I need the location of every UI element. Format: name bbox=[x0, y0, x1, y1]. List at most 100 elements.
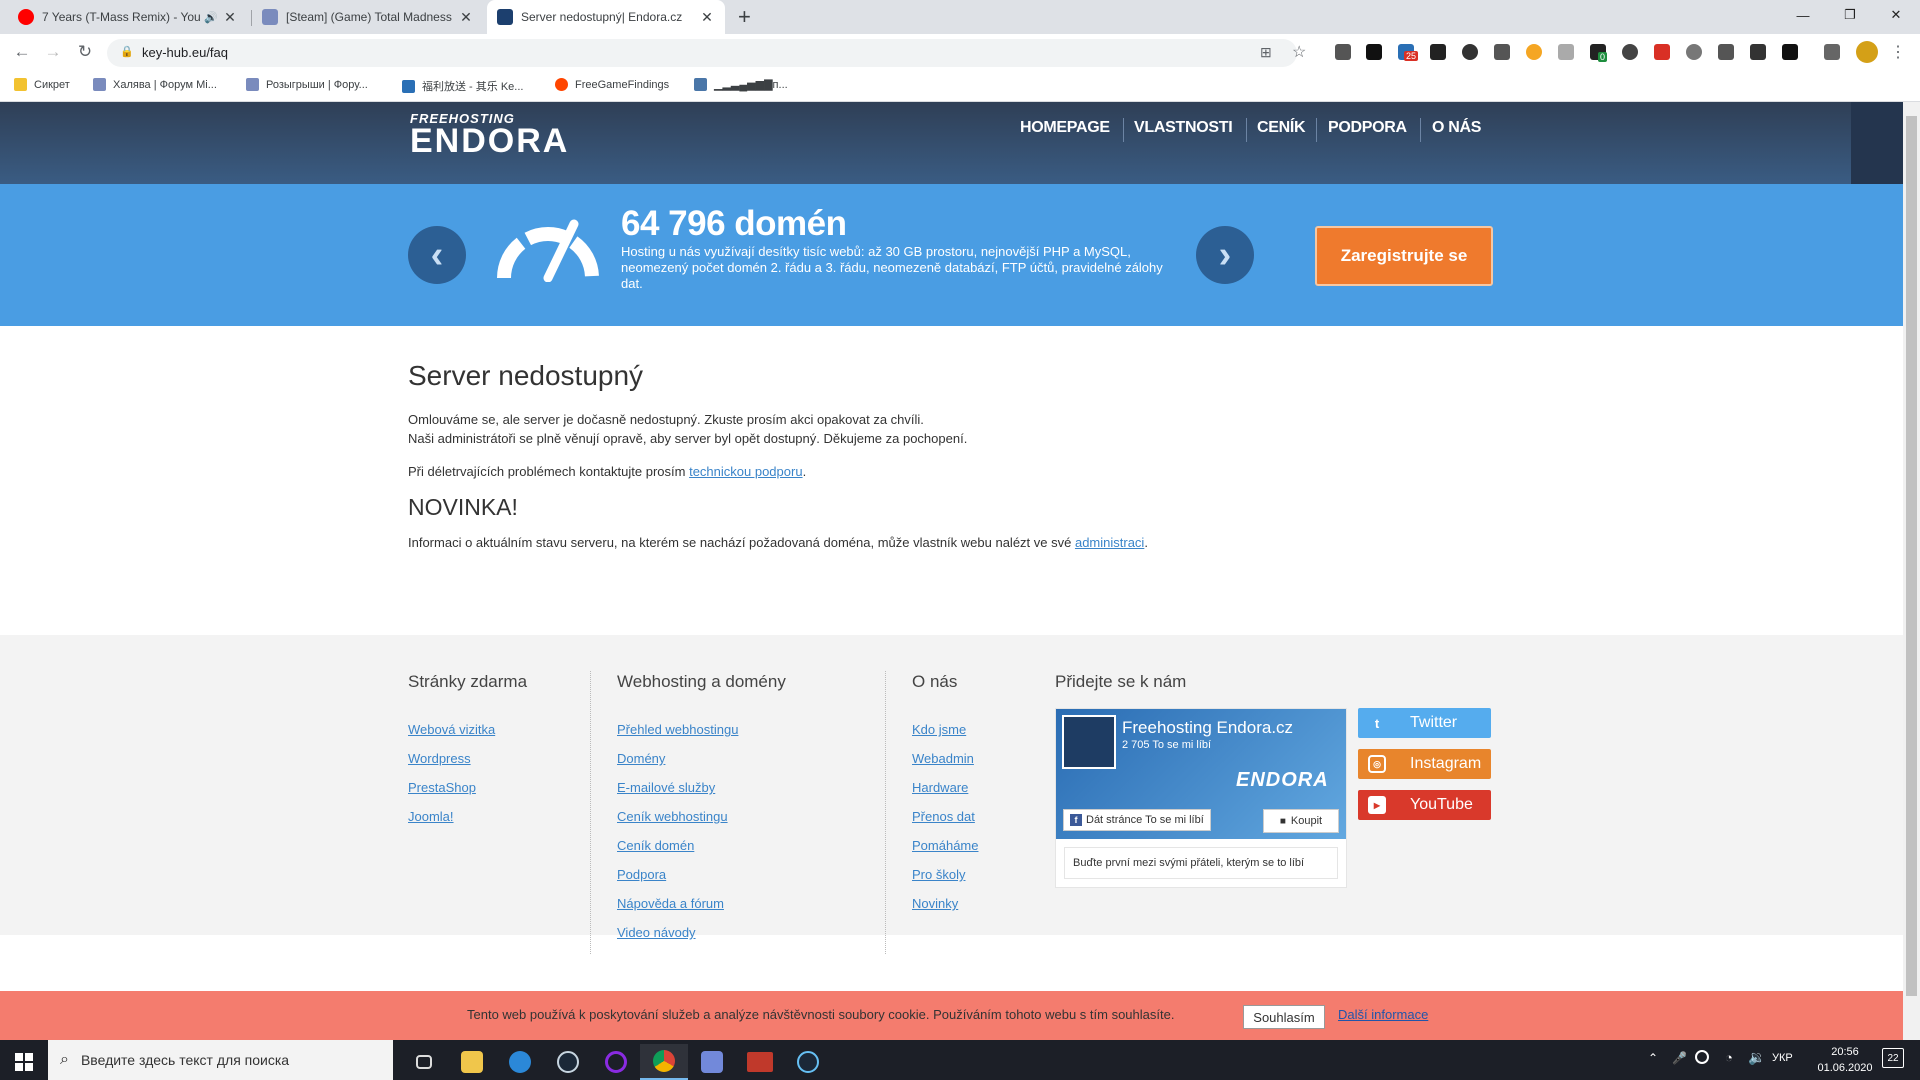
file-explorer-icon[interactable] bbox=[448, 1044, 496, 1080]
steam-icon[interactable] bbox=[784, 1044, 832, 1080]
footer-link[interactable]: Joomla! bbox=[408, 809, 454, 824]
youtube-button[interactable]: ▶ YouTube bbox=[1358, 790, 1491, 820]
notifications-icon[interactable]: 22 bbox=[1882, 1048, 1904, 1068]
facebook-like-button[interactable]: f Dát stránce To se mi líbí bbox=[1063, 809, 1211, 831]
footer-link[interactable]: PrestaShop bbox=[408, 780, 476, 795]
instagram-button[interactable]: ◎ Instagram bbox=[1358, 749, 1491, 779]
translate-icon[interactable]: ⊞ bbox=[1260, 44, 1272, 61]
footer-link[interactable]: Hardware bbox=[912, 780, 968, 795]
administration-link[interactable]: administraci bbox=[1075, 535, 1144, 550]
profile-avatar[interactable] bbox=[1856, 41, 1878, 63]
carousel-prev-button[interactable]: ‹ bbox=[408, 226, 466, 284]
nav-o-nas[interactable]: O NÁS bbox=[1432, 119, 1481, 137]
wifi-icon[interactable]: ◔ bbox=[1725, 1050, 1733, 1065]
register-button[interactable]: Zaregistrujte se bbox=[1315, 226, 1493, 286]
footer-link[interactable]: Novinky bbox=[912, 896, 958, 911]
extension-icon[interactable] bbox=[1335, 44, 1351, 60]
facebook-buy-button[interactable]: ■ Koupit bbox=[1263, 809, 1339, 833]
extension-calendar-icon[interactable]: 25 bbox=[1398, 44, 1419, 61]
bookmark-star-icon[interactable]: ☆ bbox=[1292, 42, 1306, 62]
clock[interactable]: 20:56 01.06.2020 bbox=[1810, 1044, 1880, 1076]
close-tab-icon[interactable]: ✕ bbox=[222, 9, 238, 26]
scrollbar-thumb[interactable] bbox=[1906, 116, 1917, 996]
bookmark-item[interactable]: Розыгрыши | Фору... bbox=[246, 78, 368, 91]
nav-podpora[interactable]: PODPORA bbox=[1328, 119, 1407, 137]
cortana-icon[interactable] bbox=[592, 1044, 640, 1080]
tray-expand-icon[interactable]: ⌃ bbox=[1648, 1051, 1658, 1065]
extension-icon[interactable] bbox=[1718, 44, 1734, 60]
cookie-agree-button[interactable]: Souhlasím bbox=[1243, 1005, 1325, 1029]
extension-icon[interactable] bbox=[1750, 44, 1766, 60]
extension-icon[interactable] bbox=[1462, 44, 1478, 60]
footer-link[interactable]: Pomáháme bbox=[912, 838, 978, 853]
discord-icon[interactable] bbox=[688, 1044, 736, 1080]
endora-logo[interactable]: FREEHOSTING ENDORA bbox=[410, 111, 569, 158]
bookmark-item[interactable]: ▁▂▃▄▅▆▇п... bbox=[694, 78, 788, 91]
facebook-page-name[interactable]: Freehosting Endora.cz bbox=[1122, 718, 1293, 738]
nav-homepage[interactable]: HOMEPAGE bbox=[1020, 119, 1110, 137]
extension-icon[interactable] bbox=[1686, 44, 1702, 60]
cookie-more-info-link[interactable]: Další informace bbox=[1338, 1007, 1428, 1022]
app-icon[interactable] bbox=[496, 1044, 544, 1080]
extension-icon[interactable]: 0 bbox=[1590, 44, 1608, 62]
taskbar-search-box[interactable]: ⌕ Введите здесь текст для поиска bbox=[48, 1040, 393, 1080]
tab-endora-active[interactable]: Server nedostupný| Endora.cz ✕ bbox=[487, 0, 725, 34]
tech-support-link[interactable]: technickou podporu bbox=[689, 464, 802, 479]
restore-icon[interactable]: ❐ bbox=[1827, 0, 1873, 30]
extension-icon[interactable] bbox=[1430, 44, 1446, 60]
twitter-button[interactable]: t Twitter bbox=[1358, 708, 1491, 738]
footer-link[interactable]: Kdo jsme bbox=[912, 722, 966, 737]
footer-link[interactable]: Webadmin bbox=[912, 751, 974, 766]
task-view-icon[interactable] bbox=[400, 1044, 448, 1080]
minimize-icon[interactable]: — bbox=[1780, 0, 1826, 30]
extension-icon[interactable] bbox=[1782, 44, 1798, 60]
close-window-icon[interactable]: ✕ bbox=[1873, 0, 1919, 30]
footer-link[interactable]: Webová vizitka bbox=[408, 722, 495, 737]
extension-icon[interactable] bbox=[1366, 44, 1382, 60]
reload-icon[interactable]: ↻ bbox=[73, 40, 97, 64]
bookmark-item[interactable]: FreeGameFindings bbox=[555, 78, 669, 91]
footer-link[interactable]: Přehled webhostingu bbox=[617, 722, 738, 737]
footer-link[interactable]: Wordpress bbox=[408, 751, 471, 766]
tab-steam-forum[interactable]: [Steam] (Game) Total Madness | ✕ bbox=[252, 0, 484, 34]
back-icon[interactable]: ← bbox=[10, 40, 34, 64]
footer-link[interactable]: Video návody bbox=[617, 925, 696, 940]
language-indicator[interactable]: УКР bbox=[1772, 1052, 1793, 1064]
steam-tray-icon[interactable] bbox=[1695, 1050, 1709, 1064]
footer-link[interactable]: Pro školy bbox=[912, 867, 965, 882]
microphone-icon[interactable]: 🎤 bbox=[1672, 1051, 1687, 1065]
footer-link[interactable]: E-mailové služby bbox=[617, 780, 715, 795]
footer-link[interactable]: Ceník domén bbox=[617, 838, 694, 853]
footer-link[interactable]: Přenos dat bbox=[912, 809, 975, 824]
menu-kebab-icon[interactable]: ⋮ bbox=[1890, 42, 1906, 62]
carousel-next-button[interactable]: › bbox=[1196, 226, 1254, 284]
bookmark-item[interactable]: Сикрет bbox=[14, 78, 70, 91]
media-controls-icon[interactable] bbox=[1824, 44, 1840, 60]
close-tab-icon[interactable]: ✕ bbox=[458, 9, 474, 26]
extension-icon[interactable] bbox=[1494, 44, 1510, 60]
volume-icon[interactable]: 🔉 bbox=[1748, 1049, 1765, 1066]
chrome-icon[interactable] bbox=[640, 1044, 688, 1080]
bookmark-item[interactable]: 福利放送 - 其乐 Ke... bbox=[402, 78, 523, 94]
windows-start-icon[interactable] bbox=[0, 1044, 48, 1080]
footer-link[interactable]: Nápověda a fórum bbox=[617, 896, 724, 911]
address-bar[interactable]: 🔒 key-hub.eu/faq ⊞ ☆ bbox=[107, 39, 1306, 67]
footer-link[interactable]: Domény bbox=[617, 751, 665, 766]
extension-icon[interactable] bbox=[1558, 44, 1574, 60]
footer-link[interactable]: Ceník webhostingu bbox=[617, 809, 728, 824]
extension-icon[interactable] bbox=[1622, 44, 1638, 60]
new-tab-button[interactable]: + bbox=[738, 4, 751, 30]
forward-icon[interactable]: → bbox=[41, 40, 65, 64]
bookmark-item[interactable]: Халява | Форум Mi... bbox=[93, 78, 217, 91]
steam-icon[interactable] bbox=[544, 1044, 592, 1080]
voicemeeter-icon[interactable] bbox=[736, 1044, 784, 1080]
footer-link[interactable]: Podpora bbox=[617, 867, 666, 882]
speaker-icon[interactable]: 🔊 bbox=[204, 11, 218, 24]
tab-youtube[interactable]: 7 Years (T-Mass Remix) - You 🔊 ✕ bbox=[8, 0, 248, 34]
page-scrollbar[interactable] bbox=[1903, 102, 1920, 1040]
extension-icon[interactable] bbox=[1654, 44, 1670, 60]
close-tab-icon[interactable]: ✕ bbox=[699, 9, 715, 26]
extension-icon[interactable] bbox=[1526, 44, 1542, 60]
nav-vlastnosti[interactable]: VLASTNOSTI bbox=[1134, 119, 1233, 137]
nav-cenik[interactable]: CENÍK bbox=[1257, 119, 1306, 137]
